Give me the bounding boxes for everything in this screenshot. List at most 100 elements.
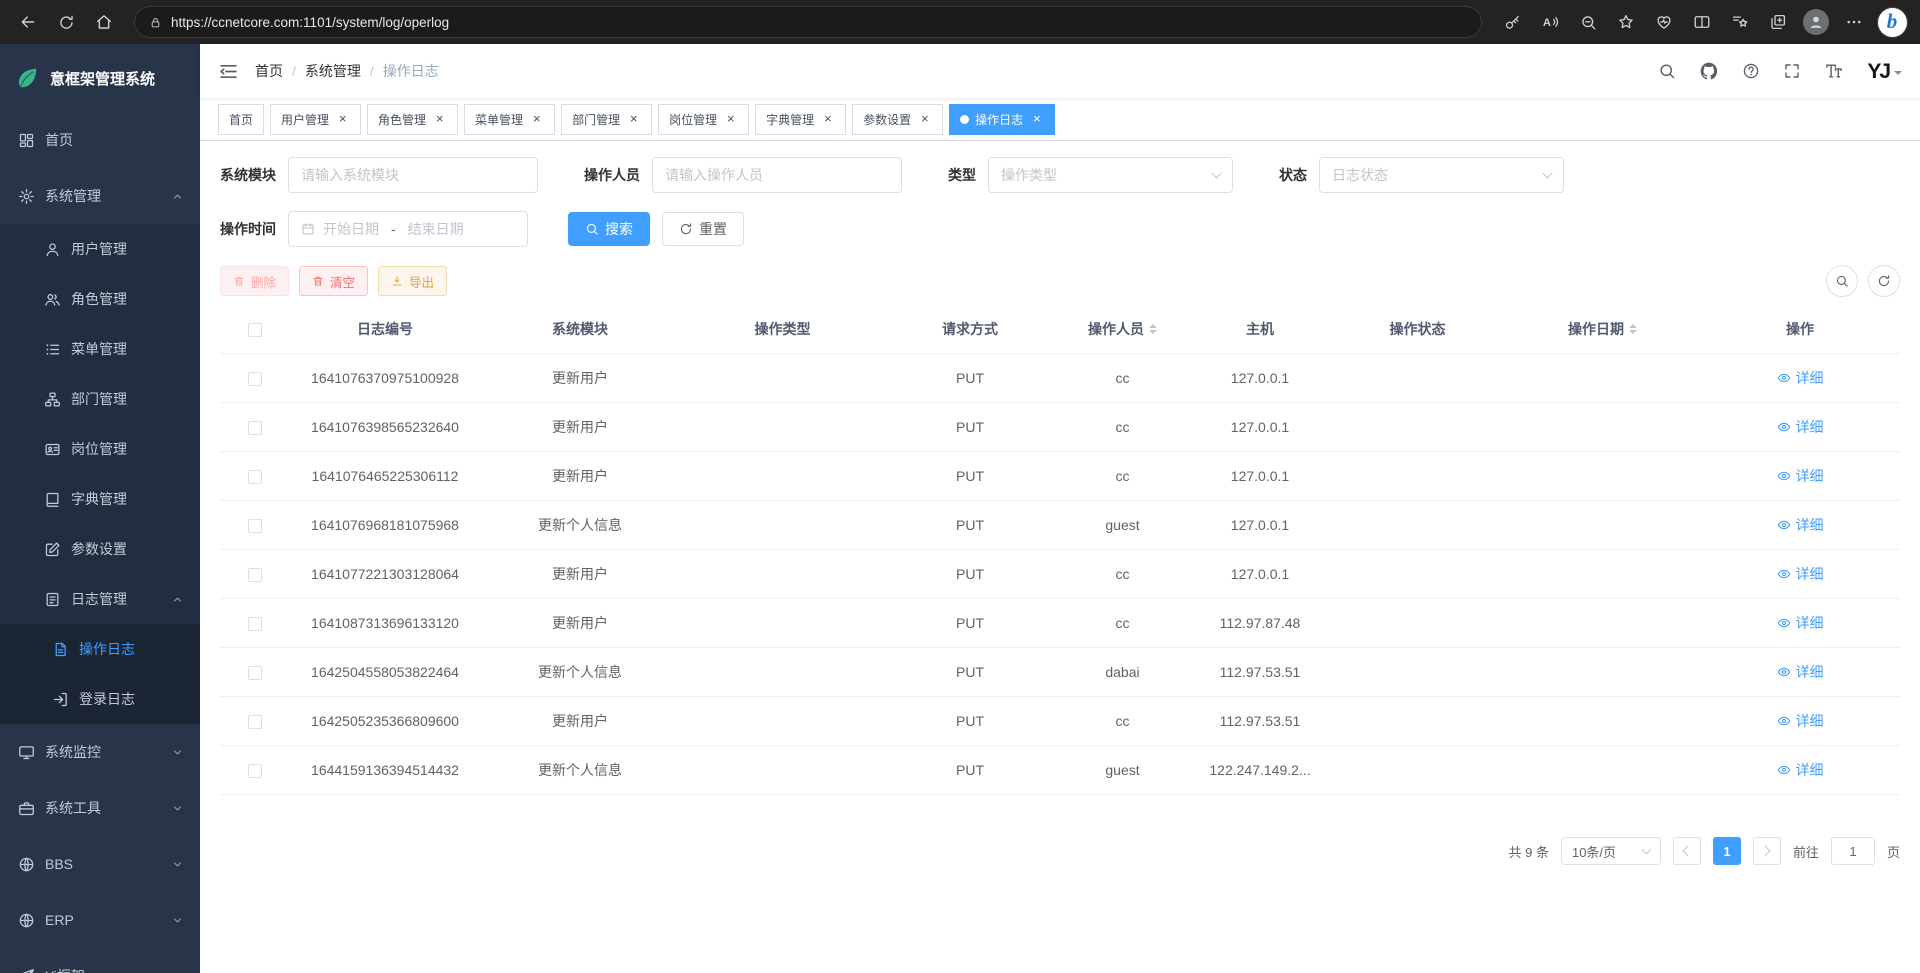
sidebar-item-role-management[interactable]: 角色管理 <box>0 274 200 324</box>
detail-link[interactable]: 详细 <box>1777 417 1824 437</box>
sidebar-item-system-management[interactable]: 系统管理 <box>0 168 200 224</box>
close-icon[interactable] <box>820 112 835 127</box>
close-icon[interactable] <box>626 112 641 127</box>
row-checkbox[interactable] <box>248 519 262 533</box>
breadcrumb-home[interactable]: 首页 <box>255 61 283 81</box>
detail-link[interactable]: 详细 <box>1777 515 1824 535</box>
close-icon[interactable] <box>917 112 932 127</box>
close-icon[interactable] <box>335 112 350 127</box>
close-icon[interactable] <box>432 112 447 127</box>
sidebar-item-system-monitor[interactable]: 系统监控 <box>0 724 200 780</box>
browser-essentials-button[interactable] <box>1646 5 1682 39</box>
col-operator[interactable]: 操作人员 <box>1055 305 1190 354</box>
hamburger-icon[interactable] <box>218 61 239 82</box>
sidebar-item-login-log[interactable]: 登录日志 <box>0 674 200 724</box>
table-row[interactable]: 1641076370975100928 更新用户 PUT cc 127.0.0.… <box>220 354 1900 403</box>
tab-role-management[interactable]: 角色管理 <box>367 104 458 135</box>
sidebar-item-bbs[interactable]: BBS <box>0 836 200 892</box>
user-avatar[interactable]: YJ <box>1867 61 1902 82</box>
delete-button[interactable]: 删除 <box>220 266 289 296</box>
close-icon[interactable] <box>529 112 544 127</box>
table-row[interactable]: 1642504558053822464 更新个人信息 PUT dabai 112… <box>220 648 1900 697</box>
zoom-out-button[interactable] <box>1570 5 1606 39</box>
table-row[interactable]: 1641076398565232640 更新用户 PUT cc 127.0.0.… <box>220 403 1900 452</box>
reset-button[interactable]: 重置 <box>662 212 744 246</box>
sidebar-item-dept-management[interactable]: 部门管理 <box>0 374 200 424</box>
table-row[interactable]: 1642505235366809600 更新用户 PUT cc 112.97.5… <box>220 697 1900 746</box>
close-icon[interactable] <box>1029 112 1044 127</box>
sidebar-item-post-management[interactable]: 岗位管理 <box>0 424 200 474</box>
profile-button[interactable] <box>1798 5 1834 39</box>
sidebar-item-erp[interactable]: ERP <box>0 892 200 948</box>
sidebar-item-home[interactable]: 首页 <box>0 112 200 168</box>
row-checkbox[interactable] <box>248 568 262 582</box>
detail-link[interactable]: 详细 <box>1777 760 1824 780</box>
detail-link[interactable]: 详细 <box>1777 613 1824 633</box>
detail-link[interactable]: 详细 <box>1777 711 1824 731</box>
prev-page-button[interactable] <box>1673 837 1701 865</box>
sort-icon[interactable] <box>1149 324 1157 334</box>
collections-button[interactable] <box>1760 5 1796 39</box>
github-icon[interactable] <box>1699 61 1719 81</box>
browser-home-button[interactable] <box>86 5 122 39</box>
back-button[interactable] <box>10 5 46 39</box>
tab-param-settings[interactable]: 参数设置 <box>852 104 943 135</box>
sidebar-item-yi-framework[interactable]: Yi框架 <box>0 948 200 973</box>
select-all-checkbox[interactable] <box>248 323 262 337</box>
sidebar-item-system-tools[interactable]: 系统工具 <box>0 780 200 836</box>
export-button[interactable]: 导出 <box>378 266 447 296</box>
clear-button[interactable]: 清空 <box>299 266 368 296</box>
table-row[interactable]: 1641076968181075968 更新个人信息 PUT guest 127… <box>220 501 1900 550</box>
row-checkbox[interactable] <box>248 470 262 484</box>
row-checkbox[interactable] <box>248 372 262 386</box>
breadcrumb-section[interactable]: 系统管理 <box>305 61 361 81</box>
reload-button[interactable] <box>48 5 84 39</box>
tab-menu-management[interactable]: 菜单管理 <box>464 104 555 135</box>
module-input[interactable] <box>288 157 538 193</box>
row-checkbox[interactable] <box>248 421 262 435</box>
sort-icon[interactable] <box>1629 324 1637 334</box>
split-screen-button[interactable] <box>1684 5 1720 39</box>
tab-user-management[interactable]: 用户管理 <box>270 104 361 135</box>
read-aloud-button[interactable] <box>1532 5 1568 39</box>
current-page-button[interactable]: 1 <box>1713 837 1741 865</box>
status-select[interactable]: 日志状态 <box>1319 157 1564 193</box>
address-bar[interactable]: https://ccnetcore.com:1101/system/log/op… <box>134 6 1482 38</box>
search-button[interactable]: 搜索 <box>568 212 650 246</box>
sidebar-item-menu-management[interactable]: 菜单管理 <box>0 324 200 374</box>
sidebar-item-dict-management[interactable]: 字典管理 <box>0 474 200 524</box>
favorites-button[interactable] <box>1722 5 1758 39</box>
sidebar-item-user-management[interactable]: 用户管理 <box>0 224 200 274</box>
fullscreen-icon[interactable] <box>1783 62 1801 80</box>
sidebar-item-param-settings[interactable]: 参数设置 <box>0 524 200 574</box>
table-search-button[interactable] <box>1826 265 1858 297</box>
font-size-icon[interactable] <box>1824 61 1844 81</box>
sidebar-item-operation-log[interactable]: 操作日志 <box>0 624 200 674</box>
page-size-select[interactable]: 10条/页 <box>1561 837 1661 865</box>
detail-link[interactable]: 详细 <box>1777 662 1824 682</box>
table-row[interactable]: 1641087313696133120 更新用户 PUT cc 112.97.8… <box>220 599 1900 648</box>
type-select[interactable]: 操作类型 <box>988 157 1233 193</box>
help-icon[interactable] <box>1742 62 1760 80</box>
table-refresh-button[interactable] <box>1868 265 1900 297</box>
row-checkbox[interactable] <box>248 715 262 729</box>
row-checkbox[interactable] <box>248 666 262 680</box>
tab-operation-log[interactable]: 操作日志 <box>949 104 1055 135</box>
header-search-icon[interactable] <box>1658 62 1676 80</box>
tab-post-management[interactable]: 岗位管理 <box>658 104 749 135</box>
app-logo[interactable]: 意框架管理系统 <box>0 44 200 112</box>
row-checkbox[interactable] <box>248 764 262 778</box>
table-row[interactable]: 1641076465225306112 更新用户 PUT cc 127.0.0.… <box>220 452 1900 501</box>
date-range-picker[interactable]: 开始日期 - 结束日期 <box>288 211 528 247</box>
more-menu-button[interactable] <box>1836 5 1872 39</box>
add-favorite-button[interactable] <box>1608 5 1644 39</box>
col-date[interactable]: 操作日期 <box>1505 305 1700 354</box>
goto-page-input[interactable] <box>1831 837 1875 865</box>
detail-link[interactable]: 详细 <box>1777 564 1824 584</box>
table-row[interactable]: 1641077221303128064 更新用户 PUT cc 127.0.0.… <box>220 550 1900 599</box>
password-key-button[interactable] <box>1494 5 1530 39</box>
detail-link[interactable]: 详细 <box>1777 466 1824 486</box>
sidebar-item-log-management[interactable]: 日志管理 <box>0 574 200 624</box>
tab-dept-management[interactable]: 部门管理 <box>561 104 652 135</box>
close-icon[interactable] <box>723 112 738 127</box>
